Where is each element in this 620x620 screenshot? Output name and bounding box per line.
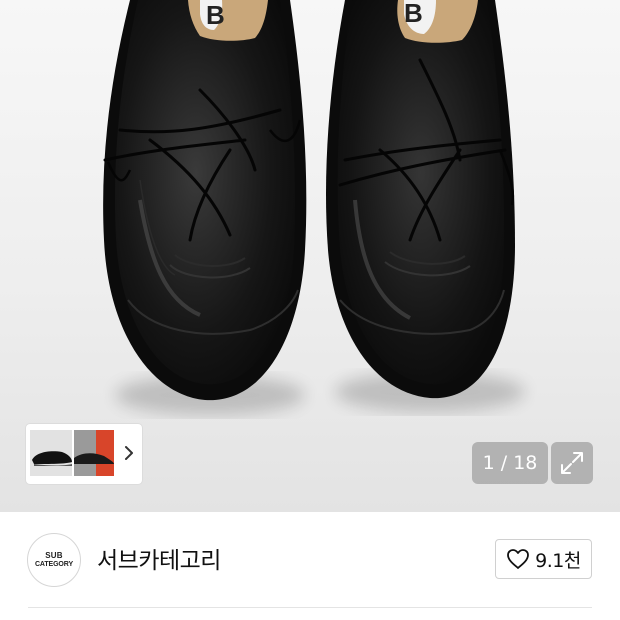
store-logo-line2: CATEGORY <box>34 561 74 568</box>
thumbnail-red-shoe[interactable] <box>74 430 114 476</box>
thumbnail-black-shoe[interactable] <box>30 430 72 476</box>
like-button[interactable]: 9.1천 <box>495 539 592 579</box>
svg-text:B: B <box>404 0 423 28</box>
like-count: 9.1천 <box>535 549 581 572</box>
heart-icon <box>507 549 530 569</box>
thumbnail-image <box>30 430 72 476</box>
svg-text:B: B <box>206 0 225 30</box>
fullscreen-button[interactable] <box>551 442 593 484</box>
chevron-right-icon[interactable] <box>118 438 140 468</box>
store-logo[interactable]: SUB CATEGORY <box>27 533 81 587</box>
thumbnail-image <box>74 430 114 476</box>
image-counter-text: 1 / 18 <box>482 452 538 474</box>
thumbnail-strip <box>26 424 142 484</box>
store-logo-line1: SUB <box>45 551 63 560</box>
expand-icon <box>561 452 583 474</box>
store-name[interactable]: 서브카테고리 <box>97 541 221 575</box>
store-row: SUB CATEGORY 서브카테고리 9.1천 <box>0 512 620 610</box>
product-image[interactable]: B B 1 / 18 <box>0 0 620 512</box>
image-counter: 1 / 18 <box>472 442 548 484</box>
divider <box>28 607 592 608</box>
